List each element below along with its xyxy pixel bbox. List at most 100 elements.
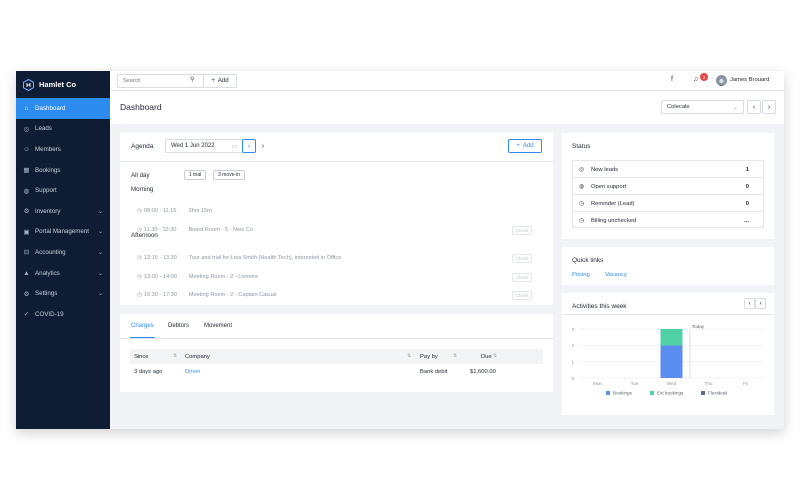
sort-icon[interactable]: ⇅ bbox=[493, 353, 497, 359]
sidebar-item-label: Analytics bbox=[35, 269, 60, 277]
legend-swatch bbox=[606, 391, 610, 395]
target-icon: ◎ bbox=[23, 125, 30, 133]
avatar[interactable] bbox=[716, 75, 727, 86]
column-company[interactable]: Company bbox=[185, 354, 210, 360]
chevron-down-icon: ⌄ bbox=[732, 104, 738, 111]
event-detail: Meeting Room - 2 - Livmore bbox=[188, 274, 259, 280]
chevron-left-icon: ‹ bbox=[748, 300, 751, 307]
status-row[interactable]: ◷ Reminder (Lead) 0 bbox=[573, 195, 763, 212]
activities-title: Activities this week bbox=[572, 303, 627, 310]
event-time: 16:30 - 17:30 bbox=[143, 292, 177, 298]
agenda-event[interactable]: ◷ 11:30 - 12:30 Board Room - 5 - New Co bbox=[137, 227, 253, 233]
status-value: 0 bbox=[745, 183, 749, 190]
cell-company-link[interactable]: Driver bbox=[185, 369, 200, 375]
tab-charges[interactable]: Charges bbox=[131, 323, 154, 329]
agenda-event[interactable]: ◷ 16:30 - 17:30 Meeting Room - 2 - Captai… bbox=[137, 292, 277, 298]
chevron-left-icon: ‹ bbox=[752, 103, 756, 111]
event-time: 08:00 - 11:15 bbox=[143, 208, 177, 214]
sidebar-item-dashboard[interactable]: ⌂ Dashboard bbox=[16, 98, 110, 119]
activities-next-button[interactable]: › bbox=[755, 298, 766, 309]
agenda-add-button[interactable]: + Add bbox=[508, 139, 542, 153]
clock-icon: ◷ bbox=[137, 208, 142, 214]
quick-links-card: Quick links Pricing Vacancy bbox=[562, 247, 774, 285]
status-row[interactable]: ◷ Billing unchecked... bbox=[573, 212, 763, 229]
sidebar-item-inventory[interactable]: ⚙ Inventory ⌄ bbox=[16, 201, 110, 222]
status-row[interactable]: ◎ New leads 1 bbox=[573, 161, 763, 178]
brand-name: Hamlet Co bbox=[39, 80, 77, 89]
agenda-next-button[interactable]: › bbox=[256, 139, 270, 153]
column-pay-by[interactable]: Pay by bbox=[420, 354, 438, 360]
home-icon: ⌂ bbox=[24, 104, 29, 112]
members-icon: ☺ bbox=[23, 145, 30, 153]
tab-movement[interactable]: Movement bbox=[204, 323, 232, 329]
x-tick-label: Wed bbox=[667, 381, 677, 386]
sidebar-item-support[interactable]: ◍ Support bbox=[16, 180, 110, 201]
sidebar-item-label: COVID-19 bbox=[35, 310, 64, 318]
agenda-event[interactable]: ◷ 13:00 - 14:00 Meeting Room - 2 - Livmor… bbox=[137, 274, 258, 280]
divider bbox=[120, 338, 553, 339]
sidebar-item-portal-management[interactable]: ▣ Portal Management ⌄ bbox=[16, 222, 110, 243]
brand[interactable]: Hamlet Co bbox=[16, 71, 110, 98]
event-detail: 3hrs 15m bbox=[188, 208, 212, 214]
status-label: Billing unchecked bbox=[591, 217, 637, 224]
quick-link-vacancy[interactable]: Vacancy bbox=[605, 272, 627, 278]
event-check-button[interactable]: Check bbox=[512, 226, 532, 235]
event-time: 12:15 - 13:30 bbox=[143, 255, 177, 261]
bar-ext-bookings[interactable] bbox=[660, 329, 683, 346]
event-check-button[interactable]: Check bbox=[512, 273, 532, 282]
morning-label: Morning bbox=[131, 186, 154, 193]
sidebar-item-members[interactable]: ☺ Members bbox=[16, 139, 110, 160]
chevron-down-icon: ⌄ bbox=[97, 249, 103, 256]
sort-icon[interactable]: ⇅ bbox=[173, 353, 177, 359]
sort-icon[interactable]: ⇅ bbox=[453, 353, 457, 359]
app-window: Hamlet Co ⌂ Dashboard ◎ Leads ☺ Members ▦ Booki… bbox=[16, 71, 784, 429]
legend-label[interactable]: Bookings bbox=[613, 391, 633, 396]
search-icon[interactable]: ⚲ bbox=[190, 76, 194, 83]
sidebar-item-accounting[interactable]: ⊟ Accounting ⌄ bbox=[16, 242, 110, 263]
afternoon-label: Afternoon bbox=[131, 232, 158, 239]
sidebar-item-settings[interactable]: ⚙ Settings ⌄ bbox=[16, 283, 110, 304]
agenda-event[interactable]: ◷ 12:15 - 13:30 Tour and trial for Lisa S… bbox=[137, 255, 341, 261]
all-day-tag-trial[interactable]: 1 trial bbox=[184, 170, 207, 180]
status-label: Reminder (Lead) bbox=[591, 200, 635, 207]
legend-label[interactable]: Flexidesk bbox=[708, 391, 728, 396]
bar-bookings[interactable] bbox=[660, 345, 683, 378]
user-name[interactable]: James Brouard bbox=[730, 77, 769, 83]
column-since[interactable]: Since bbox=[134, 354, 149, 360]
event-detail: Meeting Room - 2 - Captain Casual bbox=[188, 292, 277, 298]
settings-icon: ⚙ bbox=[23, 290, 30, 298]
status-row[interactable]: ◍ Open support 0 bbox=[573, 178, 763, 195]
agenda-event[interactable]: ◷ 08:00 - 11:15 3hrs 15m bbox=[137, 208, 212, 214]
legend-label[interactable]: Ext bookings bbox=[657, 391, 684, 396]
sidebar-item-leads[interactable]: ◎ Leads bbox=[16, 119, 110, 140]
agenda-date-input[interactable]: Wed 1 Jun 2022 ▭ bbox=[165, 139, 243, 153]
calendar-select[interactable]: Colecale ⌄ bbox=[661, 100, 744, 114]
chevron-down-icon: ⌄ bbox=[97, 270, 103, 277]
add-button[interactable]: + Add bbox=[203, 74, 237, 88]
sidebar-item-bookings[interactable]: ▦ Bookings bbox=[16, 160, 110, 181]
sidebar-nav: ⌂ Dashboard ◎ Leads ☺ Members ▦ Bookings ◍ Suppor… bbox=[16, 98, 110, 325]
calendar-icon: ▦ bbox=[23, 167, 30, 175]
event-detail: Board Room - 5 - New Co bbox=[188, 227, 253, 233]
tab-debtors[interactable]: Debtors bbox=[168, 323, 189, 329]
agenda-prev-button[interactable]: ‹ bbox=[242, 139, 256, 153]
header-prev-button[interactable]: ‹ bbox=[747, 100, 761, 114]
clock-icon: ◷ bbox=[137, 292, 142, 298]
header-next-button[interactable]: › bbox=[762, 100, 776, 114]
facebook-icon[interactable]: f bbox=[671, 76, 673, 83]
quick-link-pricing[interactable]: Pricing bbox=[572, 272, 590, 278]
activities-prev-button[interactable]: ‹ bbox=[744, 298, 755, 309]
bell-icon[interactable]: ♫ bbox=[693, 76, 698, 83]
sidebar-item-analytics[interactable]: ▲ Analytics ⌄ bbox=[16, 263, 110, 284]
event-check-button[interactable]: Check bbox=[512, 291, 532, 300]
page-title: Dashboard bbox=[120, 102, 162, 112]
sort-icon[interactable]: ⇅ bbox=[407, 353, 411, 359]
sidebar-item-covid-19[interactable]: ✓ COVID-19 bbox=[16, 304, 110, 325]
sidebar: Hamlet Co ⌂ Dashboard ◎ Leads ☺ Members ▦ Booki… bbox=[16, 71, 110, 429]
agenda-card: Agenda Wed 1 Jun 2022 ▭ ‹ › + Add All da… bbox=[120, 133, 553, 305]
legend-swatch bbox=[650, 391, 654, 395]
event-check-button[interactable]: Check bbox=[512, 254, 532, 263]
column-due[interactable]: Due bbox=[481, 354, 492, 360]
all-day-tag-move-in[interactable]: 3 move-in bbox=[213, 170, 245, 180]
event-time: 11:30 - 12:30 bbox=[143, 227, 177, 233]
